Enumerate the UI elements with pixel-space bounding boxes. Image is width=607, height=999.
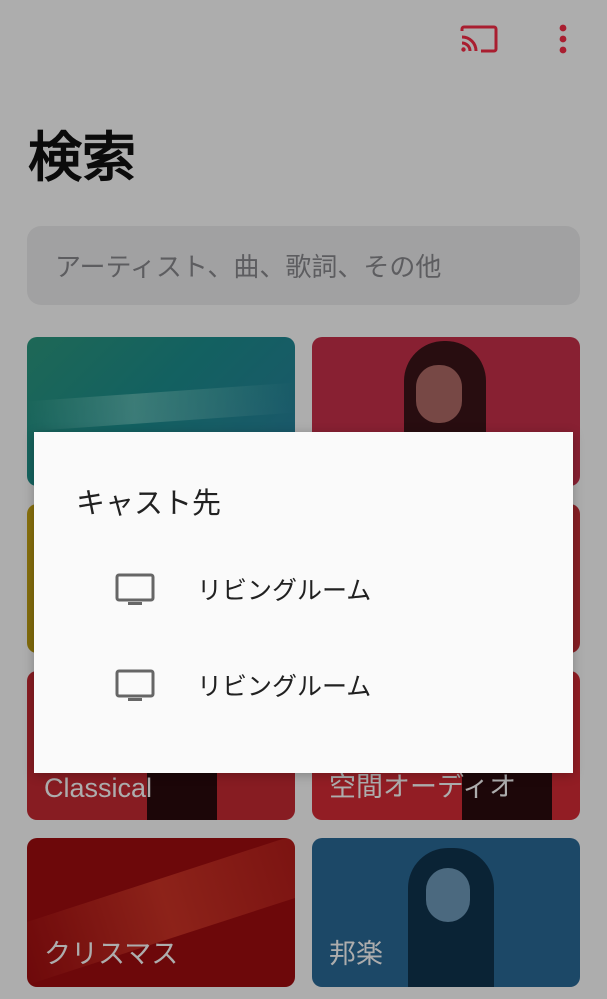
- device-item[interactable]: リビングルーム: [34, 549, 573, 631]
- device-name: リビングルーム: [197, 672, 372, 701]
- device-item[interactable]: リビングルーム: [34, 645, 573, 727]
- dialog-title: キャスト先: [76, 486, 222, 520]
- device-name: リビングルーム: [197, 576, 372, 605]
- tv-icon: [115, 669, 155, 701]
- tv-icon: [115, 573, 155, 605]
- cast-dialog: キャスト先 リビングルーム リビングルーム: [34, 432, 573, 773]
